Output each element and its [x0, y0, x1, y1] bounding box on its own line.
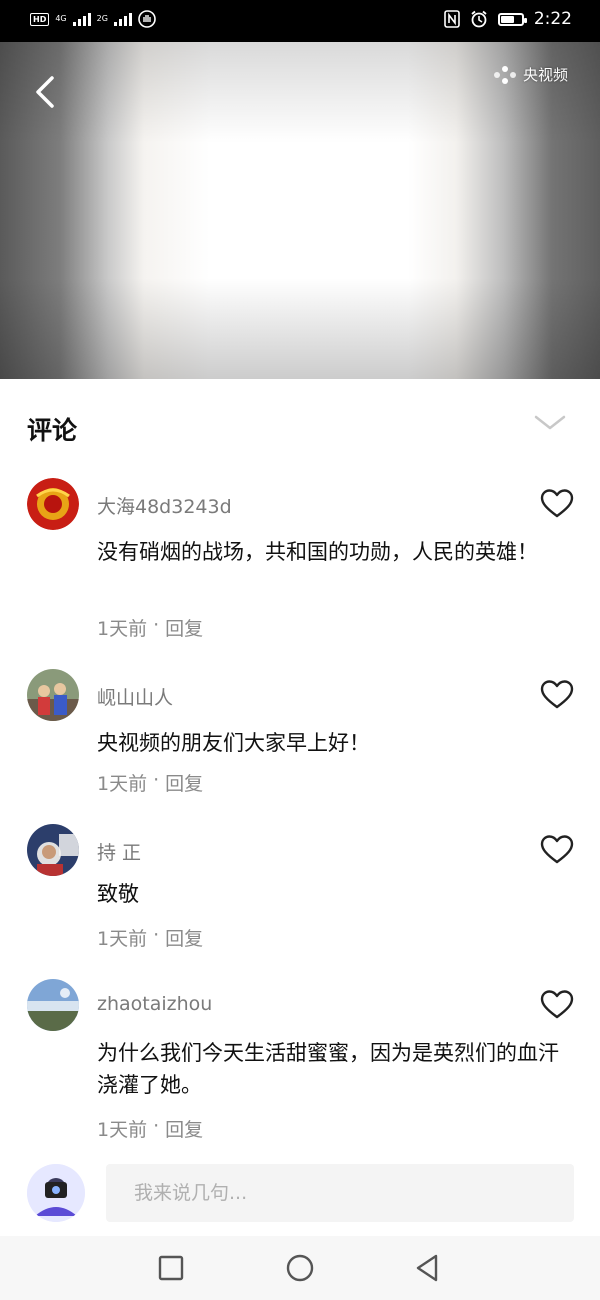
comment-item: 岘山山人 央视频的朋友们大家早上好！ 1天前 · 回复 [0, 669, 600, 809]
chevron-down-icon[interactable] [532, 410, 568, 434]
comment-content: 没有硝烟的战场，共和国的功勋，人民的英雄！ [97, 540, 538, 564]
battery-icon [497, 12, 527, 26]
nfc-icon [444, 10, 460, 28]
avatar[interactable] [27, 478, 79, 530]
reply-button[interactable]: 回复 [165, 769, 203, 796]
network-1-label: 4G [55, 14, 67, 23]
clock: 2:22 [533, 9, 572, 29]
reply-button[interactable]: 回复 [165, 1115, 203, 1142]
comment-item: 持 正 致敬 1天前 · 回复 [0, 824, 600, 964]
alarm-icon [471, 10, 487, 28]
watermark-text: 央视频 [522, 66, 568, 84]
hd-icon: HD [30, 12, 50, 26]
status-left: HD 4G 2G [30, 10, 156, 28]
comment-content: 致敬 [97, 882, 139, 906]
signal-1-icon [72, 12, 91, 26]
comment-content: 为什么我们今天生活甜蜜蜜，因为是英烈们的血汗浇灌了她。 [97, 1041, 559, 1097]
meta-separator: · [153, 1115, 160, 1137]
home-icon[interactable] [284, 1252, 316, 1284]
comment-input[interactable] [106, 1164, 574, 1222]
back-nav-icon[interactable] [412, 1252, 444, 1284]
avatar[interactable] [27, 979, 79, 1031]
signal-2-icon [113, 12, 132, 26]
comments-title: 评论 [27, 416, 78, 445]
reply-button[interactable]: 回复 [165, 924, 203, 951]
comment-meta: 1天前 · 回复 [97, 1115, 203, 1142]
comment-time: 1天前 [97, 618, 148, 640]
status-bar: HD 4G 2G 2:22 [0, 0, 600, 42]
hand-icon [138, 10, 156, 28]
system-nav-bar [0, 1236, 600, 1300]
comments-header: 评论 [0, 379, 600, 459]
heart-icon[interactable] [540, 989, 574, 1021]
comment-item: 大海48d3243d 没有硝烟的战场，共和国的功勋，人民的英雄！ 1天前 · 回… [0, 478, 600, 648]
comment-username[interactable]: 持 正 [97, 838, 141, 865]
comment-username[interactable]: 大海48d3243d [97, 492, 232, 519]
heart-icon[interactable] [540, 488, 574, 520]
heart-icon[interactable] [540, 679, 574, 711]
avatar[interactable] [27, 824, 79, 876]
back-icon[interactable] [28, 72, 64, 112]
avatar[interactable] [27, 669, 79, 721]
my-avatar[interactable] [27, 1164, 85, 1222]
comment-meta: 1天前 · 回复 [97, 924, 203, 951]
status-right: 2:22 [444, 9, 572, 29]
cctv-logo-icon [493, 65, 516, 84]
reply-button[interactable]: 回复 [165, 614, 203, 641]
watermark: 央视频 [492, 64, 568, 85]
comment-time: 1天前 [97, 773, 148, 795]
meta-separator: · [153, 769, 160, 791]
comment-content: 央视频的朋友们大家早上好！ [97, 731, 370, 755]
comment-meta: 1天前 · 回复 [97, 614, 203, 641]
comment-username[interactable]: 岘山山人 [97, 683, 173, 710]
comment-input-bar [0, 1160, 600, 1236]
meta-separator: · [153, 924, 160, 946]
meta-separator: · [153, 614, 160, 636]
comment-meta: 1天前 · 回复 [97, 769, 203, 796]
recent-apps-icon[interactable] [155, 1252, 187, 1284]
comment-time: 1天前 [97, 928, 148, 950]
video-player[interactable]: 央视频 [0, 42, 600, 379]
comment-time: 1天前 [97, 1119, 148, 1141]
comment-item: zhaotaizhou 为什么我们今天生活甜蜜蜜，因为是英烈们的血汗浇灌了她。 … [0, 979, 600, 1149]
comment-username[interactable]: zhaotaizhou [97, 993, 212, 1015]
heart-icon[interactable] [540, 834, 574, 866]
network-2-label: 2G [96, 14, 108, 23]
